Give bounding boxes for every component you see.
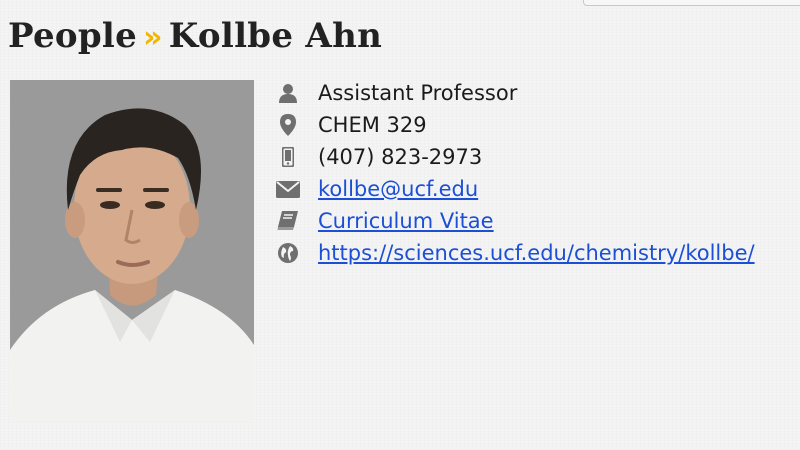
mobile-phone-icon	[274, 146, 302, 168]
globe-icon	[274, 242, 302, 264]
envelope-icon	[274, 178, 302, 200]
breadcrumb-separator: »	[143, 20, 163, 55]
person-name: Kollbe Ahn	[168, 16, 383, 56]
office-location: CHEM 329	[318, 113, 427, 137]
map-marker-icon	[274, 114, 302, 136]
page-title: People» Kollbe Ahn	[8, 14, 382, 60]
office-row: CHEM 329	[274, 109, 755, 141]
user-icon	[274, 82, 302, 104]
title-row: Assistant Professor	[274, 77, 755, 109]
website-link[interactable]: https://sciences.ucf.edu/chemistry/kollb…	[318, 237, 755, 269]
book-icon	[274, 210, 302, 232]
phone-number: (407) 823-2973	[318, 145, 483, 169]
contact-info: Assistant Professor CHEM 329 (407) 823-2…	[274, 77, 755, 269]
curriculum-vitae-link[interactable]: Curriculum Vitae	[318, 205, 494, 237]
email-row: kollbe@ucf.edu	[274, 173, 755, 205]
website-row: https://sciences.ucf.edu/chemistry/kollb…	[274, 237, 755, 269]
email-link[interactable]: kollbe@ucf.edu	[318, 173, 478, 205]
phone-row: (407) 823-2973	[274, 141, 755, 173]
top-search-box-edge[interactable]	[583, 0, 800, 6]
profile-photo	[10, 80, 254, 422]
breadcrumb-section[interactable]: People	[8, 16, 137, 56]
cv-row: Curriculum Vitae	[274, 205, 755, 237]
job-title: Assistant Professor	[318, 81, 518, 105]
